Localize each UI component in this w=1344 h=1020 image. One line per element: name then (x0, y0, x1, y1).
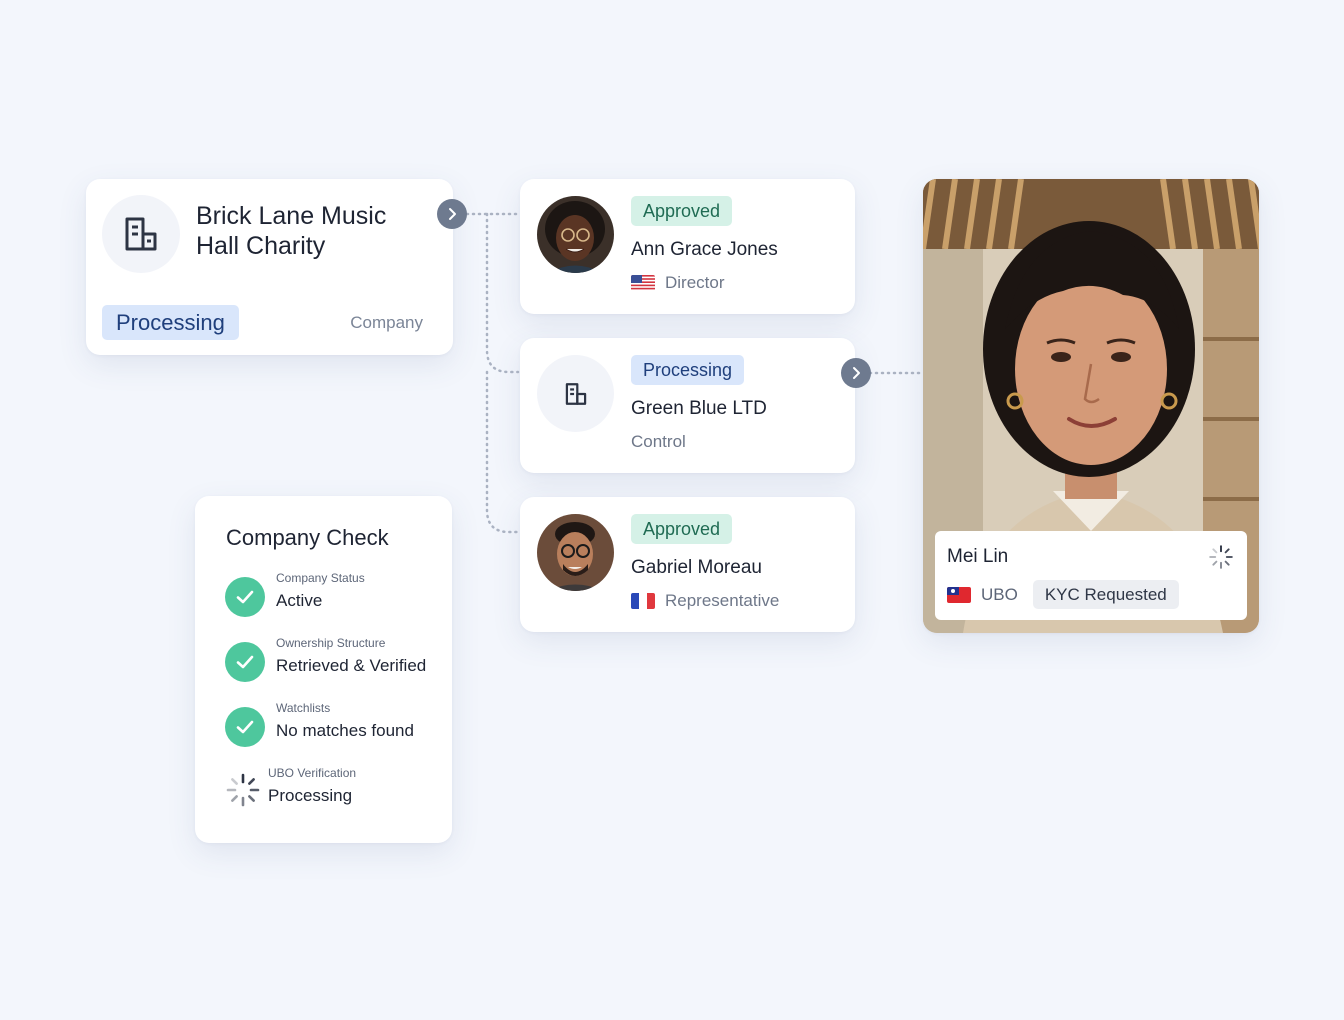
person-name: Ann Grace Jones (631, 239, 778, 260)
us-flag-icon (631, 275, 655, 291)
ubo-info-panel: Mei Lin UBO KYC Requested (935, 531, 1247, 620)
person-card-ann-grace-jones[interactable]: Approved Ann Grace Jones Director (520, 179, 855, 314)
expand-company-button[interactable] (437, 199, 467, 229)
company-name: Brick Lane Music Hall Charity (196, 202, 387, 260)
check-value: Processing (268, 786, 353, 805)
building-icon (537, 355, 614, 432)
ubo-photo-card[interactable]: Mei Lin UBO KYC Requested (923, 179, 1259, 633)
chevron-right-icon (449, 208, 456, 220)
company-card[interactable]: Brick Lane Music Hall Charity Processing… (86, 179, 453, 355)
avatar (537, 196, 614, 273)
fr-flag-icon (631, 593, 655, 609)
avatar (537, 514, 614, 591)
chevron-right-icon (853, 367, 860, 379)
status-badge: Processing (631, 355, 745, 385)
loading-spinner-icon (1209, 545, 1233, 569)
check-label: UBO Verification (268, 766, 357, 780)
ubo-role: UBO (981, 584, 1018, 604)
check-circle-icon (225, 577, 265, 617)
company-check-title: Company Check (226, 525, 389, 550)
check-label: Watchlists (276, 701, 331, 715)
person-role: Representative (665, 591, 780, 610)
expand-entity-button[interactable] (841, 358, 871, 388)
ubo-name: Mei Lin (947, 546, 1009, 567)
check-circle-icon (225, 707, 265, 747)
loading-spinner-icon (226, 773, 260, 807)
check-label: Ownership Structure (276, 636, 386, 650)
check-value: No matches found (276, 721, 414, 740)
check-label: Company Status (276, 571, 365, 585)
status-badge: Approved (631, 514, 733, 544)
company-type-label: Company (350, 313, 423, 332)
status-badge: Approved (631, 196, 733, 226)
person-role: Director (665, 273, 725, 292)
person-card-gabriel-moreau[interactable]: Approved Gabriel Moreau Representative (520, 497, 855, 632)
company-check-card: Company Check Company Status Active Owne… (195, 496, 452, 843)
check-value: Active (276, 591, 323, 610)
entity-role: Control (631, 432, 686, 451)
entity-card-green-blue-ltd[interactable]: Processing Green Blue LTD Control (520, 338, 855, 473)
check-value: Retrieved & Verified (276, 656, 427, 675)
person-name: Gabriel Moreau (631, 557, 762, 578)
kyc-status-badge: KYC Requested (1032, 580, 1179, 609)
tw-flag-icon (947, 586, 971, 603)
check-circle-icon (225, 642, 265, 682)
company-status-badge: Processing (102, 305, 239, 340)
entity-name: Green Blue LTD (631, 398, 767, 419)
building-icon (102, 195, 180, 273)
